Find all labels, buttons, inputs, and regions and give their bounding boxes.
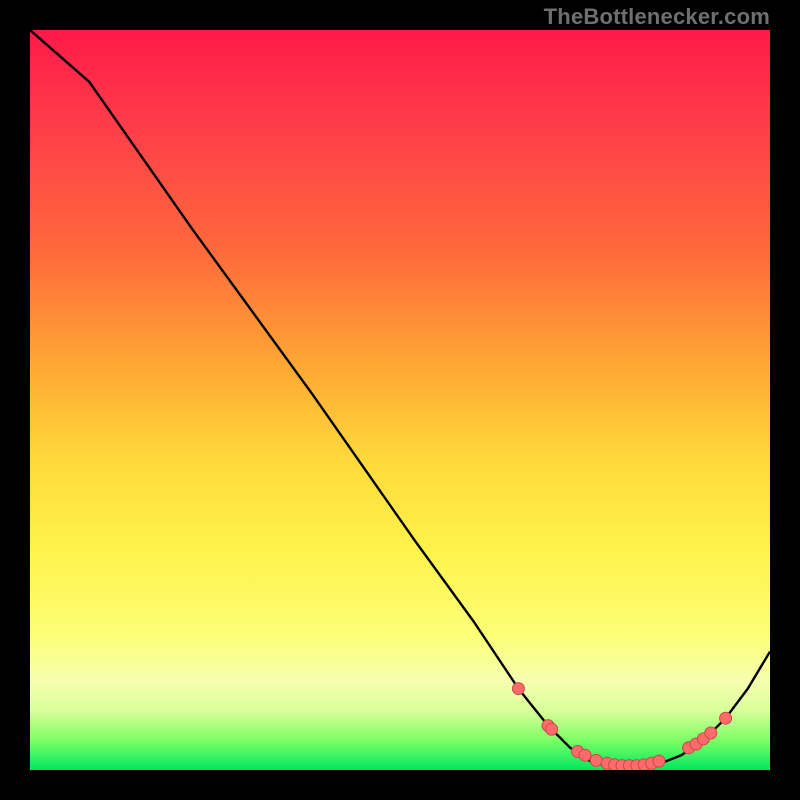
data-point-marker <box>705 727 717 739</box>
plot-area <box>30 30 770 770</box>
data-point-marker <box>512 683 524 695</box>
watermark-text: TheBottlenecker.com <box>544 4 770 30</box>
data-point-marker <box>653 755 665 767</box>
data-point-marker <box>720 712 732 724</box>
curve-layer <box>30 30 770 770</box>
data-point-marker <box>579 749 591 761</box>
data-point-marker <box>590 754 602 766</box>
bottleneck-curve <box>30 30 770 766</box>
chart-frame: TheBottlenecker.com <box>0 0 800 800</box>
data-point-marker <box>546 723 558 735</box>
